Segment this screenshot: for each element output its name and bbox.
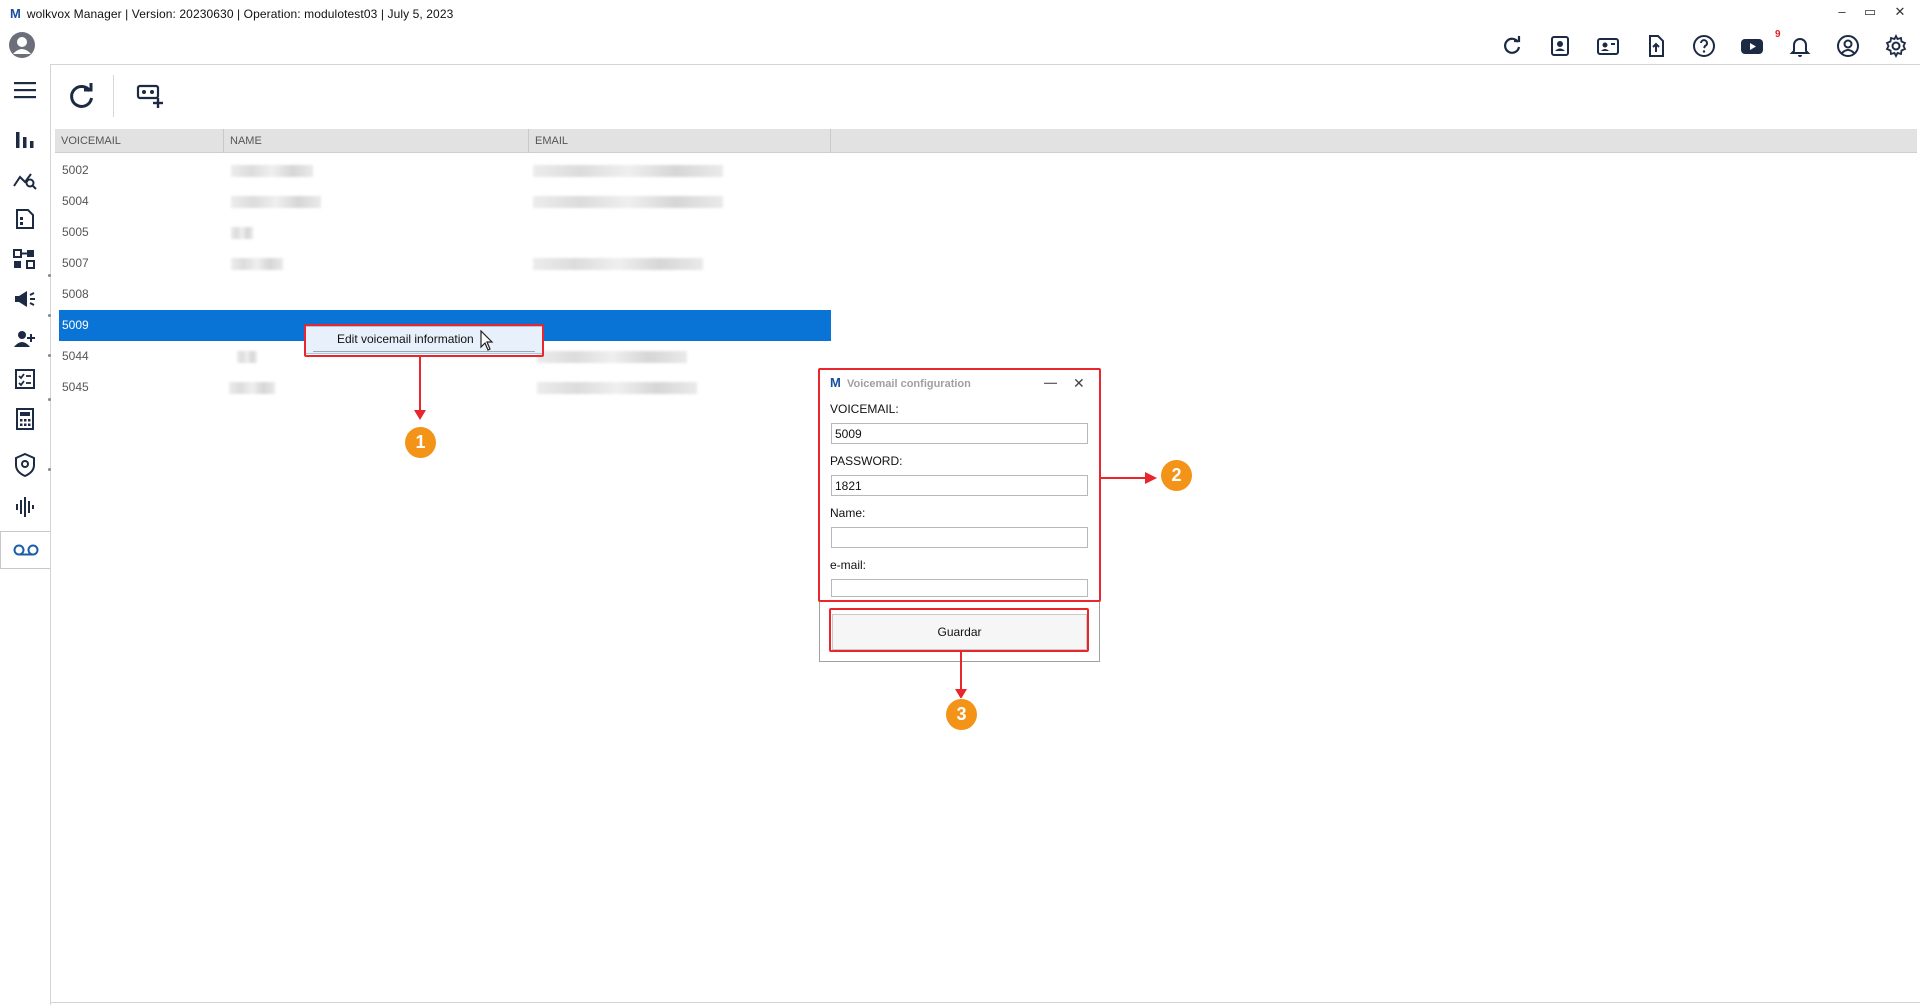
redacted-email [537,382,697,394]
close-button[interactable]: ✕ [1889,4,1911,20]
arrow-head-icon [955,689,967,699]
window-title-bar: M wolkvox Manager | Version: 20230630 | … [0,0,1920,27]
redacted-name [237,351,257,363]
voicemail-cell: 5044 [62,349,89,363]
refresh-icon[interactable] [1500,34,1524,58]
voicemail-icon[interactable] [0,531,50,569]
menu-icon[interactable] [0,71,50,109]
analytics-icon[interactable] [0,160,50,198]
redacted-name [229,382,275,394]
redacted-name [231,165,313,177]
flow-icon[interactable] [0,240,50,278]
toolbar [51,65,1920,127]
top-header: 9 [0,27,1920,64]
refresh-button[interactable] [64,78,100,114]
avatar[interactable] [8,31,36,59]
callout-badge-1: 1 [405,427,436,458]
arrow-head-icon [414,410,426,420]
voicemail-cell: 5002 [62,163,89,177]
security-icon[interactable] [0,446,50,484]
redacted-email [533,258,703,270]
calculator-icon[interactable] [0,400,50,438]
highlight-box-context-menu [304,324,544,357]
voicemail-cell: 5045 [62,380,89,394]
restore-button[interactable]: ▭ [1859,4,1881,20]
voicemail-cell: 5007 [62,256,89,270]
add-voicemail-icon [136,84,163,108]
arrow-line [419,357,421,417]
add-voicemail-button[interactable] [133,78,169,114]
table-row[interactable]: 5008 [59,279,831,310]
voicemail-cell: 5005 [62,225,89,239]
campaign-icon[interactable] [0,280,50,318]
redacted-name [231,227,253,239]
callout-badge-3: 3 [946,699,977,730]
notification-count: 9 [1775,29,1781,40]
table-row[interactable]: 5007 [59,248,831,279]
id-card-icon[interactable] [1596,34,1620,58]
callout-badge-2: 2 [1161,460,1192,491]
arrow-head-icon [1145,472,1157,484]
table-row[interactable]: 5004 [59,186,831,217]
window-title: wolkvox Manager | Version: 20230630 | Op… [26,6,454,21]
arrow-line [960,652,962,694]
contacts-book-icon[interactable] [1548,34,1572,58]
checklist-icon[interactable] [0,360,50,398]
gear-icon[interactable] [1884,34,1908,58]
redacted-email [533,196,723,208]
bottom-border [51,1002,1920,1003]
user-circle-icon[interactable] [1836,34,1860,58]
voicemail-cell: 5009 [62,318,89,332]
agents-icon[interactable] [0,320,50,358]
redacted-email [533,165,723,177]
table-row[interactable]: 5005 [59,217,831,248]
bar-chart-icon[interactable] [0,120,50,158]
left-nav [0,64,51,1005]
voicemail-cell: 5004 [62,194,89,208]
highlight-box-dialog-fields [818,368,1101,602]
highlight-box-save-button [829,608,1089,652]
help-icon[interactable] [1692,34,1716,58]
report-icon[interactable] [0,200,50,238]
minimize-button[interactable]: – [1831,4,1853,19]
bell-icon[interactable] [1788,34,1812,58]
app-logo: M [10,6,21,21]
toolbar-separator [113,75,114,117]
audio-icon[interactable] [0,488,50,526]
table-row[interactable]: 5002 [59,155,831,186]
arrow-line [1101,477,1148,479]
voicemail-cell: 5008 [62,287,89,301]
youtube-icon[interactable] [1740,34,1764,58]
upload-file-icon[interactable] [1644,34,1668,58]
redacted-name [231,196,321,208]
redacted-email [537,351,687,363]
table-row[interactable]: 5045 [59,372,831,403]
refresh-icon [70,83,93,108]
redacted-name [231,258,283,270]
